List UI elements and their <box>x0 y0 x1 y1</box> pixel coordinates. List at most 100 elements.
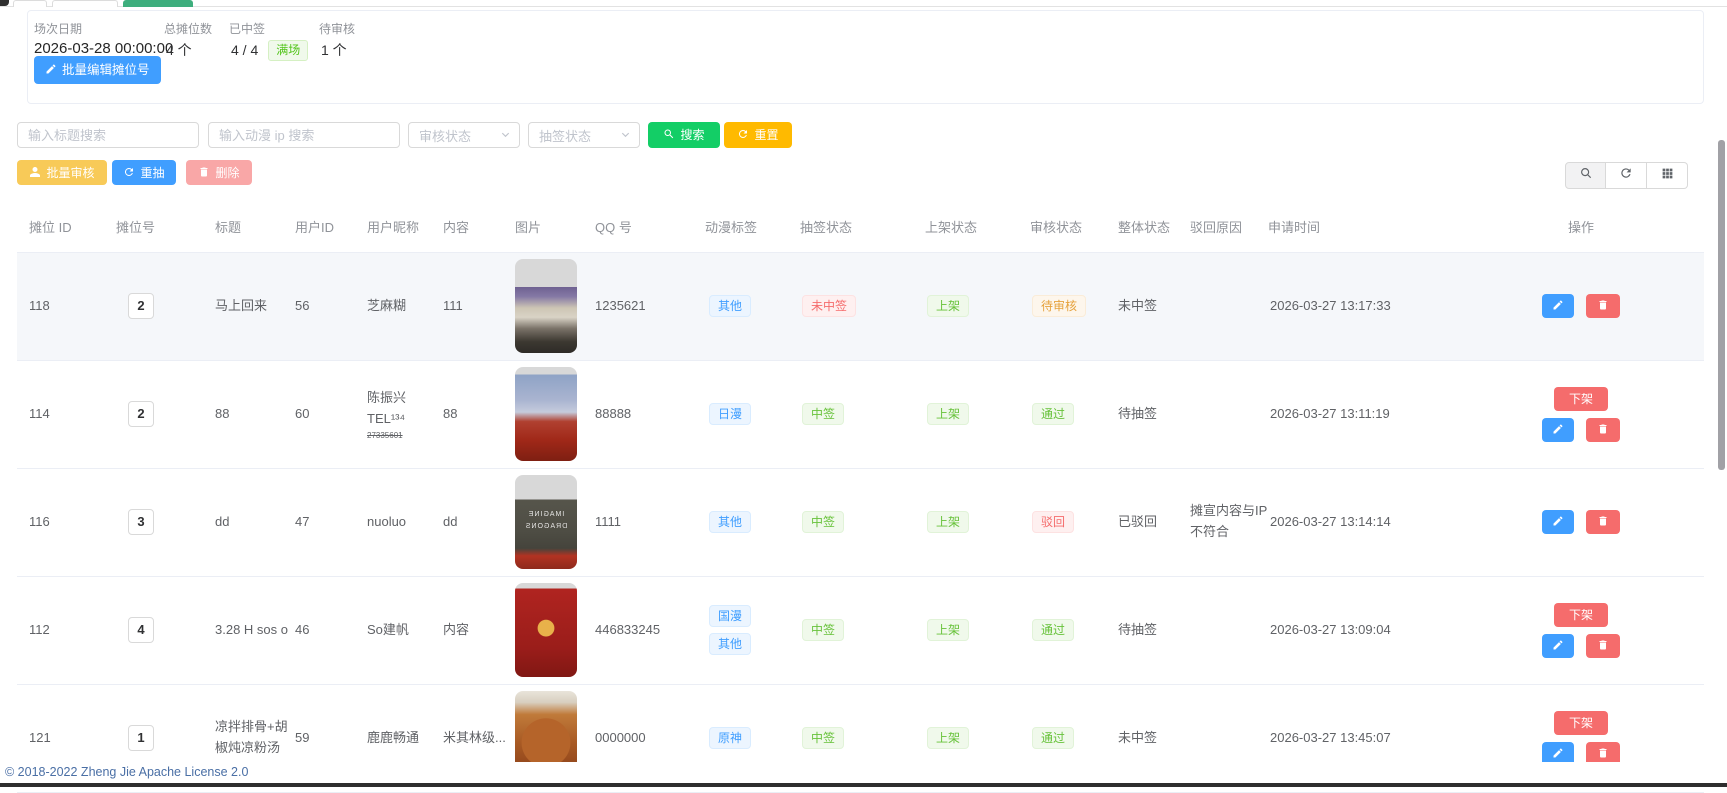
chevron-down-icon <box>500 128 511 143</box>
reset-button[interactable]: 重置 <box>724 122 792 148</box>
overall-status-cell: 未中签 <box>1118 252 1190 360</box>
anime-tags: 日漫 <box>705 403 800 425</box>
nickname-text: 芝麻糊 <box>367 296 443 317</box>
table-header-row: 摊位 ID摊位号标题用户ID用户昵称内容图片QQ 号动漫标签抽签状态上架状态审核… <box>17 202 1704 252</box>
image-cell <box>515 252 595 360</box>
edit-button[interactable] <box>1542 634 1574 658</box>
review-status-tag: 待审核 <box>1032 295 1086 317</box>
anime-tag: 其他 <box>709 633 751 655</box>
booth-id-cell: 114 <box>17 360 116 468</box>
browser-tab[interactable] <box>13 0 47 7</box>
shelf-status-tag: 上架 <box>927 511 969 533</box>
title-cell: 马上回来 <box>215 252 295 360</box>
booth-image[interactable] <box>515 583 577 677</box>
review-status-tag: 通过 <box>1032 619 1074 641</box>
draw-status-select[interactable]: 抽签状态 <box>528 122 640 148</box>
content-cell: 88 <box>443 360 515 468</box>
anime-tags: 其他 <box>705 511 800 533</box>
anime-tags: 其他 <box>705 295 800 317</box>
offshelf-button[interactable]: 下架 <box>1554 603 1608 627</box>
review-status-tag: 驳回 <box>1032 511 1074 533</box>
search-button[interactable]: 搜索 <box>648 122 720 148</box>
window-corner <box>0 0 9 6</box>
table-body: 118 2 马上回来 56 芝麻糊 111 1235621 其他 未中签 上架 … <box>17 252 1704 792</box>
offshelf-button[interactable]: 下架 <box>1554 711 1608 735</box>
nickname-text: 陈振兴TEL¹³⁴ <box>367 388 443 430</box>
trash-icon <box>1597 639 1609 653</box>
delete-button[interactable] <box>1586 634 1620 658</box>
title-cell: 88 <box>215 360 295 468</box>
delete-button[interactable] <box>1586 510 1620 534</box>
bulk-action-row: 批量审核 重抽 删除 <box>0 160 1727 186</box>
copyright-link[interactable]: © 2018-2022 Zheng Jie Apache License 2.0 <box>5 765 248 779</box>
table-row[interactable]: 118 2 马上回来 56 芝麻糊 111 1235621 其他 未中签 上架 … <box>17 252 1704 360</box>
review-status-tag: 通过 <box>1032 403 1074 425</box>
refresh-icon <box>737 128 749 142</box>
title-cell: dd <box>215 468 295 576</box>
draw-status-tag: 中签 <box>802 619 844 641</box>
anime-tags-cell: 国漫其他 <box>705 576 800 684</box>
total-booths-label: 总摊位数 <box>164 20 212 37</box>
session-date-value: 2026-03-28 00:00:00 <box>34 40 173 57</box>
qq-cell: 88888 <box>595 360 705 468</box>
active-browser-tab[interactable] <box>123 0 193 7</box>
table-toolbar <box>1565 162 1688 189</box>
content-cell: 内容 <box>443 576 515 684</box>
batch-delete-button[interactable]: 删除 <box>186 160 252 185</box>
column-header: 图片 <box>515 202 595 252</box>
edit-button[interactable] <box>1542 510 1574 534</box>
vertical-scrollbar[interactable] <box>1718 140 1725 470</box>
column-header: 操作 <box>1508 202 1704 252</box>
shelf-status-tag: 上架 <box>927 727 969 749</box>
table-row[interactable]: 114 2 88 60 陈振兴TEL¹³⁴ 27335601 88 88888 … <box>17 360 1704 468</box>
anime-ip-search-input[interactable] <box>208 122 400 148</box>
booth-image[interactable] <box>515 367 577 461</box>
column-header: 申请时间 <box>1268 202 1508 252</box>
apply-time-cell: 2026-03-27 13:17:33 <box>1268 252 1508 360</box>
apply-time-cell: 2026-03-27 13:14:14 <box>1268 468 1508 576</box>
content-cell: 111 <box>443 252 515 360</box>
title-search-input[interactable] <box>17 122 199 148</box>
booth-number-box: 2 <box>128 293 154 319</box>
apply-time-cell: 2026-03-27 13:11:19 <box>1268 360 1508 468</box>
delete-button[interactable] <box>1586 418 1620 442</box>
table-row[interactable]: 116 3 dd 47 nuoluo dd IMAGINE DRAGONS 11… <box>17 468 1704 576</box>
browser-tab[interactable] <box>52 0 118 7</box>
table-row[interactable]: 112 4 3.28 H sos o 46 So建帆 内容 446833245 … <box>17 576 1704 684</box>
overall-status-cell: 待抽签 <box>1118 576 1190 684</box>
batch-edit-booth-number-button[interactable]: 批量编辑摊位号 <box>34 56 161 84</box>
column-header: 抽签状态 <box>800 202 925 252</box>
total-booths-value: 4 个 <box>166 40 192 60</box>
table-refresh-button[interactable] <box>1606 162 1647 189</box>
shelf-status-tag: 上架 <box>927 619 969 641</box>
booth-table: 摊位 ID摊位号标题用户ID用户昵称内容图片QQ 号动漫标签抽签状态上架状态审核… <box>17 202 1704 793</box>
edit-icon <box>1552 639 1564 653</box>
grid-icon <box>1661 167 1674 185</box>
column-header: 上架状态 <box>925 202 1030 252</box>
poster-text: IMAGINE DRAGONS <box>524 509 568 533</box>
qq-cell: 1111 <box>595 468 705 576</box>
column-settings-grid-button[interactable] <box>1647 162 1688 189</box>
draw-status-tag: 中签 <box>802 727 844 749</box>
offshelf-button[interactable]: 下架 <box>1554 387 1608 411</box>
search-icon <box>663 128 675 142</box>
edit-icon <box>1552 423 1564 437</box>
delete-button[interactable] <box>1586 294 1620 318</box>
batch-review-button[interactable]: 批量审核 <box>17 160 107 185</box>
edit-button[interactable] <box>1542 294 1574 318</box>
table-search-toggle-button[interactable] <box>1565 162 1606 189</box>
nickname-cell: So建帆 <box>367 576 443 684</box>
user-id-cell: 60 <box>295 360 367 468</box>
refresh-icon <box>123 166 135 180</box>
booth-image[interactable]: IMAGINE DRAGONS <box>515 475 577 569</box>
redraw-button[interactable]: 重抽 <box>112 160 176 185</box>
column-header: 驳回原因 <box>1190 202 1268 252</box>
window-bottom-edge <box>0 783 1727 787</box>
review-status-select[interactable]: 审核状态 <box>408 122 520 148</box>
edit-button[interactable] <box>1542 418 1574 442</box>
nickname-text: So建帆 <box>367 620 443 641</box>
operation-cell: 下架 <box>1508 576 1704 684</box>
user-id-cell: 47 <box>295 468 367 576</box>
booth-image[interactable] <box>515 259 577 353</box>
operation-cell: 下架 <box>1508 360 1704 468</box>
